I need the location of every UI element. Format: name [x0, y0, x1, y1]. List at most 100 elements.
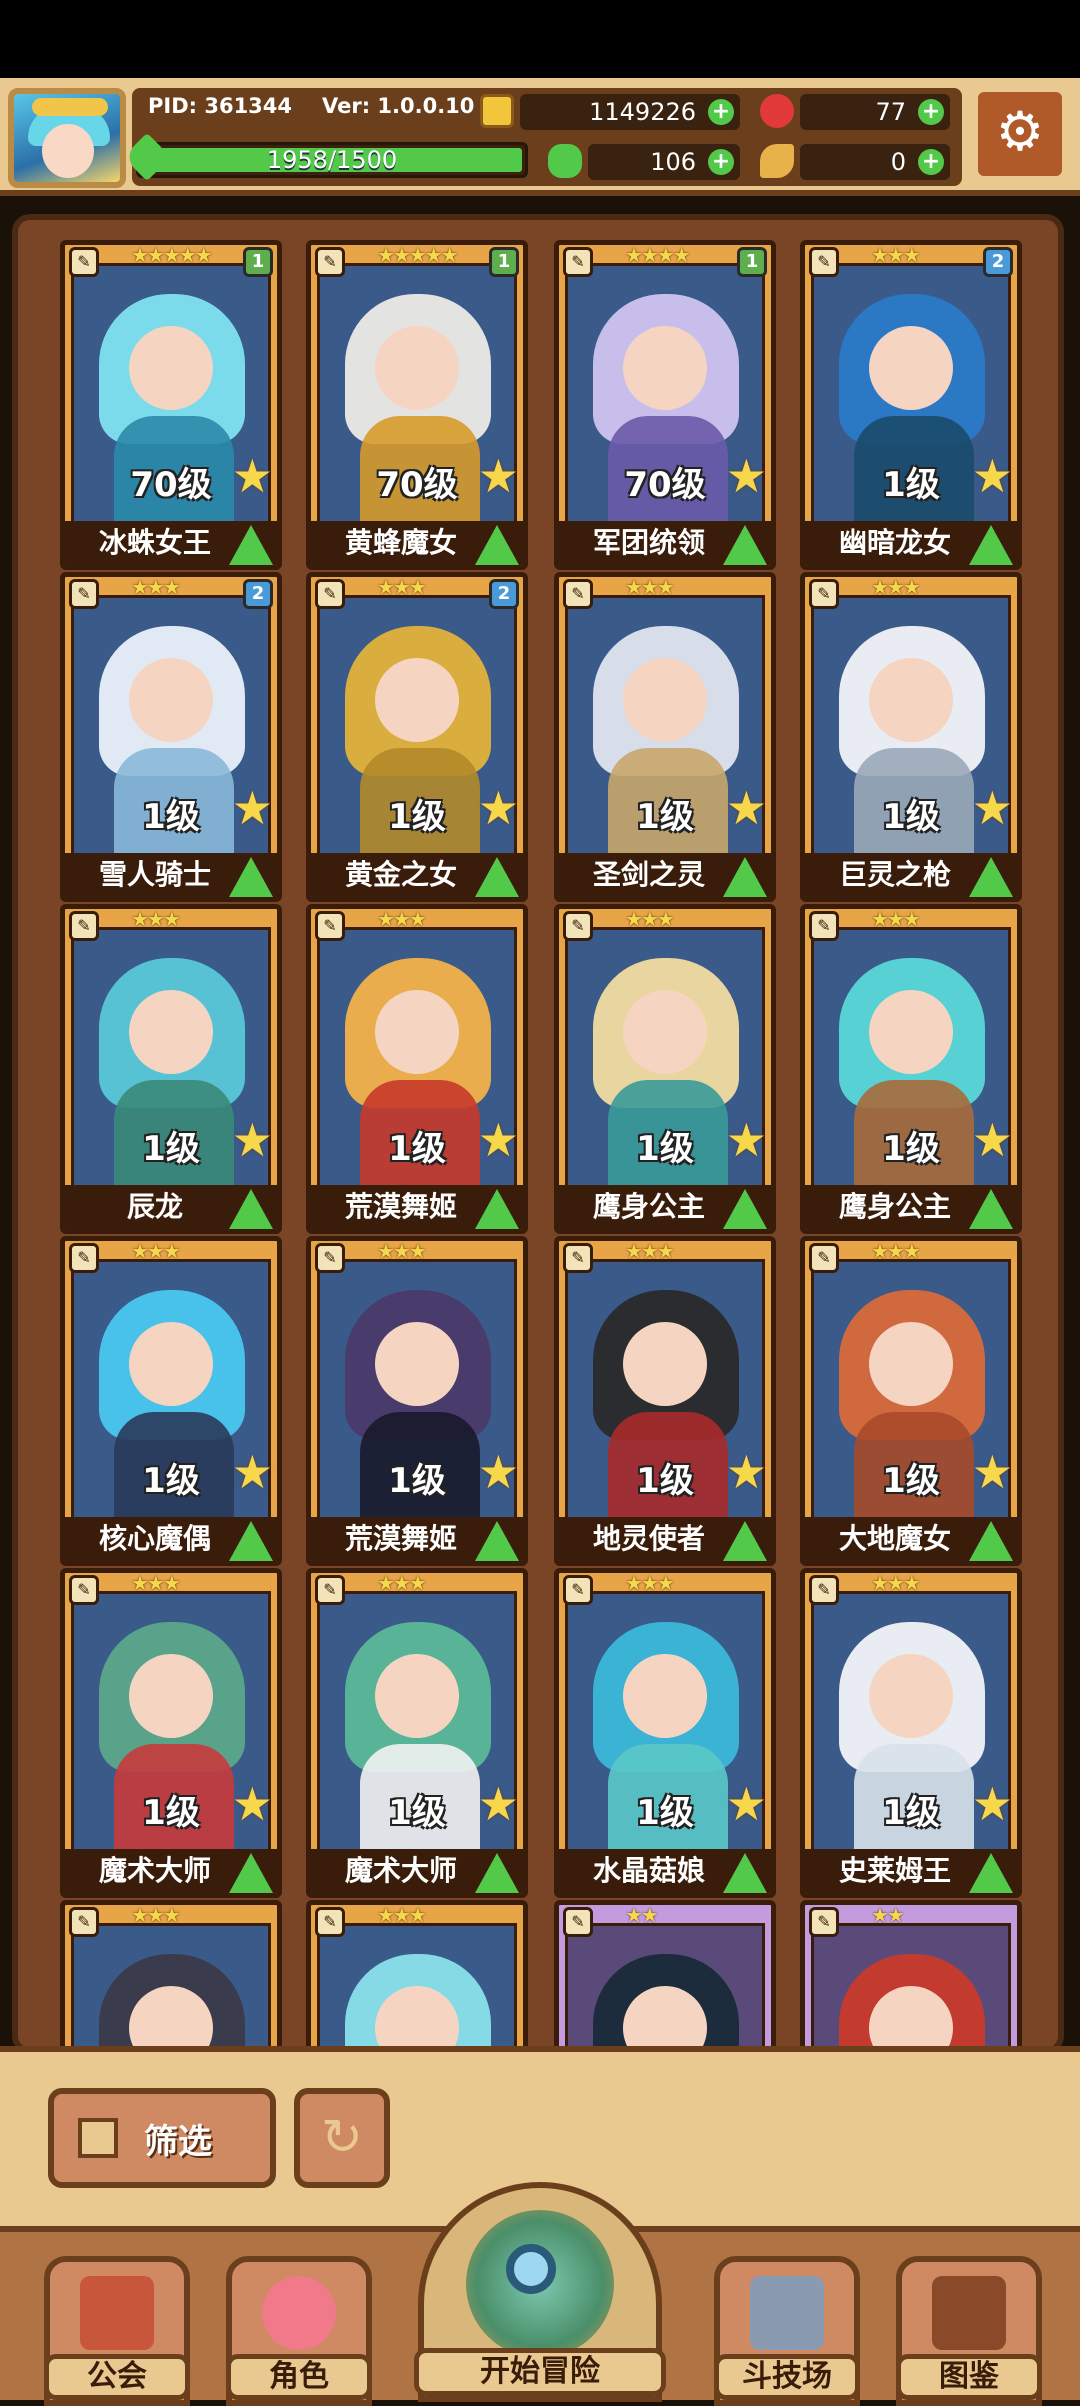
level-up-arrow-icon[interactable] — [229, 1521, 273, 1561]
character-card[interactable]: ✎ ★★★ — [60, 1900, 282, 2048]
level-up-arrow-icon[interactable] — [229, 525, 273, 565]
rarity-stars: ★★★ — [871, 243, 921, 267]
star-upgrade-icon[interactable]: ★ — [972, 1781, 1013, 1827]
nav-codex[interactable]: 图鉴 — [896, 2256, 1042, 2406]
level-up-arrow-icon[interactable] — [475, 1189, 519, 1229]
rank-badge: 2 — [243, 579, 273, 609]
filter-button[interactable]: 筛选 — [48, 2088, 276, 2188]
character-card[interactable]: ✎ ★★★★★ 1 70级 ★ 黄蜂魔女 — [306, 240, 528, 570]
character-card[interactable]: ✎ ★★★ — [306, 1900, 528, 2048]
star-upgrade-icon[interactable]: ★ — [232, 1117, 273, 1163]
character-card[interactable]: ✎ ★★★ 1级 ★ 核心魔偶 — [60, 1236, 282, 1566]
star-upgrade-icon[interactable]: ★ — [232, 785, 273, 831]
nav-arena[interactable]: 斗技场 — [714, 2256, 860, 2406]
weapon-type-icon: ✎ — [315, 1907, 345, 1937]
level-up-arrow-icon[interactable] — [475, 1521, 519, 1561]
rarity-stars: ★★★ — [871, 1571, 921, 1595]
star-upgrade-icon[interactable]: ★ — [972, 1449, 1013, 1495]
character-card[interactable]: ✎ ★★★ 1级 ★ 大地魔女 — [800, 1236, 1022, 1566]
star-upgrade-icon[interactable]: ★ — [478, 1117, 519, 1163]
weapon-type-icon: ✎ — [563, 1243, 593, 1273]
character-portrait — [317, 1923, 517, 2048]
character-card[interactable]: ✎ ★★★ 2 1级 ★ 雪人骑士 — [60, 572, 282, 902]
nav-character[interactable]: 角色 — [226, 2256, 372, 2406]
star-upgrade-icon[interactable]: ★ — [478, 453, 519, 499]
character-card[interactable]: ✎ ★★ — [554, 1900, 776, 2048]
character-name: 军团统领 — [592, 526, 705, 559]
character-card[interactable]: ✎ ★★★ 2 1级 ★ 黄金之女 — [306, 572, 528, 902]
add-clover-button[interactable]: + — [708, 149, 734, 175]
level-up-arrow-icon[interactable] — [723, 857, 767, 897]
grid-icon — [78, 2118, 118, 2158]
level-up-arrow-icon[interactable] — [475, 1853, 519, 1893]
player-id: PID: 361344 — [148, 94, 293, 118]
level-up-arrow-icon[interactable] — [475, 525, 519, 565]
character-grid: ✎ ★★★★★ 1 70级 ★ 冰蛛女王 ✎ ★★★★★ 1 70级 ★ 黄蜂魔… — [12, 214, 1064, 2054]
nav-arena-label: 斗技场 — [714, 2354, 860, 2400]
rank-badge: 2 — [489, 579, 519, 609]
character-card[interactable]: ✎ ★★★ 2 1级 ★ 幽暗龙女 — [800, 240, 1022, 570]
star-upgrade-icon[interactable]: ★ — [232, 1781, 273, 1827]
star-upgrade-icon[interactable]: ★ — [726, 785, 767, 831]
settings-gear-button[interactable]: ⚙ — [972, 86, 1068, 182]
star-upgrade-icon[interactable]: ★ — [726, 1781, 767, 1827]
character-card[interactable]: ✎ ★★★★ 1 70级 ★ 军团统领 — [554, 240, 776, 570]
rarity-stars: ★★★ — [871, 907, 921, 931]
player-avatar[interactable] — [8, 88, 126, 188]
character-card[interactable]: ✎ ★★★ 1级 ★ 荒漠舞姬 — [306, 1236, 528, 1566]
level-up-arrow-icon[interactable] — [723, 1521, 767, 1561]
character-name: 魔术大师 — [98, 1854, 211, 1887]
star-upgrade-icon[interactable]: ★ — [232, 453, 273, 499]
level-up-arrow-icon[interactable] — [969, 857, 1013, 897]
level-up-arrow-icon[interactable] — [969, 525, 1013, 565]
star-upgrade-icon[interactable]: ★ — [972, 453, 1013, 499]
star-upgrade-icon[interactable]: ★ — [478, 1449, 519, 1495]
weapon-type-icon: ✎ — [809, 579, 839, 609]
star-upgrade-icon[interactable]: ★ — [478, 1781, 519, 1827]
weapon-type-icon: ✎ — [809, 247, 839, 277]
add-gold-button[interactable]: + — [708, 99, 734, 125]
level-up-arrow-icon[interactable] — [723, 1853, 767, 1893]
character-card[interactable]: ✎ ★★★ 1级 ★ 史莱姆王 — [800, 1568, 1022, 1898]
star-upgrade-icon[interactable]: ★ — [726, 1117, 767, 1163]
guild-building-icon — [80, 2276, 154, 2350]
rarity-stars: ★★★ — [377, 1239, 427, 1263]
character-card[interactable]: ✎ ★★★★★ 1 70级 ★ 冰蛛女王 — [60, 240, 282, 570]
character-card[interactable]: ✎ ★★★ 1级 ★ 水晶菇娘 — [554, 1568, 776, 1898]
character-card[interactable]: ✎ ★★★ 1级 ★ 魔术大师 — [306, 1568, 528, 1898]
rarity-stars: ★★★ — [625, 575, 675, 599]
character-card[interactable]: ✎ ★★ — [800, 1900, 1022, 2048]
level-up-arrow-icon[interactable] — [723, 1189, 767, 1229]
level-up-arrow-icon[interactable] — [229, 857, 273, 897]
level-up-arrow-icon[interactable] — [723, 525, 767, 565]
nav-guild[interactable]: 公会 — [44, 2256, 190, 2406]
character-card[interactable]: ✎ ★★★ 1级 ★ 地灵使者 — [554, 1236, 776, 1566]
character-card[interactable]: ✎ ★★★ 1级 ★ 鹰身公主 — [800, 904, 1022, 1234]
character-card[interactable]: ✎ ★★★ 1级 ★ 巨灵之枪 — [800, 572, 1022, 902]
character-card[interactable]: ✎ ★★★ 1级 ★ 荒漠舞姬 — [306, 904, 528, 1234]
character-card[interactable]: ✎ ★★★ 1级 ★ 辰龙 — [60, 904, 282, 1234]
star-upgrade-icon[interactable]: ★ — [972, 785, 1013, 831]
key-item-value: 0 — [890, 148, 906, 176]
level-up-arrow-icon[interactable] — [969, 1189, 1013, 1229]
star-upgrade-icon[interactable]: ★ — [726, 453, 767, 499]
star-upgrade-icon[interactable]: ★ — [232, 1449, 273, 1495]
star-upgrade-icon[interactable]: ★ — [972, 1117, 1013, 1163]
star-upgrade-icon[interactable]: ★ — [726, 1449, 767, 1495]
level-up-arrow-icon[interactable] — [229, 1189, 273, 1229]
add-key-item-button[interactable]: + — [918, 149, 944, 175]
star-upgrade-icon[interactable]: ★ — [478, 785, 519, 831]
level-up-arrow-icon[interactable] — [969, 1853, 1013, 1893]
level-up-arrow-icon[interactable] — [969, 1521, 1013, 1561]
add-gem-button[interactable]: + — [918, 99, 944, 125]
character-card[interactable]: ✎ ★★★ 1级 ★ 圣剑之灵 — [554, 572, 776, 902]
weapon-type-icon: ✎ — [315, 911, 345, 941]
character-card[interactable]: ✎ ★★★ 1级 ★ 魔术大师 — [60, 1568, 282, 1898]
weapon-type-icon: ✎ — [69, 1907, 99, 1937]
rank-badge: 2 — [983, 247, 1013, 277]
refresh-button[interactable]: ↻ — [294, 2088, 390, 2188]
character-card[interactable]: ✎ ★★★ 1级 ★ 鹰身公主 — [554, 904, 776, 1234]
level-up-arrow-icon[interactable] — [475, 857, 519, 897]
level-up-arrow-icon[interactable] — [229, 1853, 273, 1893]
bottom-nav: 公会 角色 开始冒险 斗技场 图鉴 — [0, 2182, 1080, 2406]
